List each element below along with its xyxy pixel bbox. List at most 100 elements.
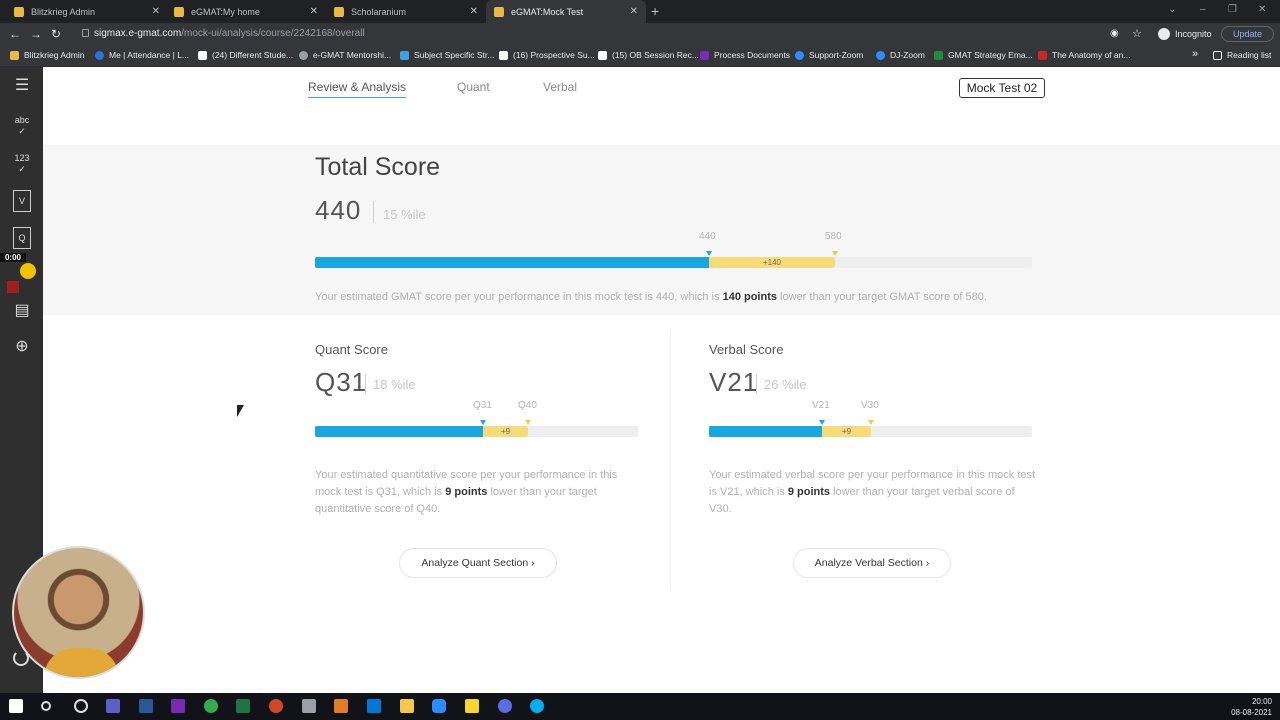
incognito-label: Incognito <box>1175 29 1212 39</box>
bookmark-item[interactable]: GMAT Strategy Ema... <box>934 50 1033 60</box>
current-score-marker-label: Q31 <box>473 400 492 411</box>
planet-icon[interactable]: ⊕ <box>11 337 33 359</box>
bookmark-item[interactable]: DJ-Zoom <box>876 50 925 60</box>
eye-off-icon[interactable]: ◉ <box>1110 28 1119 39</box>
bookmark-item[interactable]: e-GMAT Mentorshi... <box>299 50 391 60</box>
tab-review-analysis[interactable]: Review & Analysis <box>308 80 407 98</box>
mock-test-button[interactable]: Mock Test 02 <box>959 78 1045 98</box>
verbal-book-icon[interactable]: V <box>13 190 31 212</box>
forward-icon[interactable]: → <box>30 27 42 41</box>
quant-score-progress <box>315 426 483 437</box>
tab-close-icon[interactable]: ✕ <box>470 6 478 17</box>
window-close-icon[interactable]: ✕ <box>1258 4 1266 15</box>
chrome-icon[interactable] <box>204 699 218 713</box>
bookmark-item[interactable]: Process Documents <box>700 50 790 60</box>
bookmark-item[interactable]: (15) OB Session Rec... <box>598 50 699 60</box>
tab-search-icon[interactable]: ⌄ <box>1168 4 1176 15</box>
quant-percentile: 18 %ile <box>373 377 416 392</box>
recording-timer: 0:00 <box>0 253 26 262</box>
bookmark-item[interactable]: (24) Different Stude... <box>198 50 293 60</box>
new-tab-icon[interactable]: + <box>651 3 659 19</box>
word-icon[interactable] <box>139 699 153 713</box>
sticky-notes-icon[interactable] <box>465 699 479 713</box>
incognito-indicator[interactable]: Incognito <box>1158 28 1212 40</box>
bookmarks-bar: Blitzkrieg Admin Me | Attendance | L... … <box>0 45 1280 67</box>
bookmark-item[interactable]: Blitzkrieg Admin <box>10 50 84 60</box>
search-icon[interactable] <box>41 701 51 711</box>
menu-icon[interactable]: ☰ <box>11 77 33 99</box>
excel-icon[interactable] <box>236 699 250 713</box>
score-separator <box>756 374 757 394</box>
windows-start-icon[interactable] <box>9 699 23 713</box>
bookmark-favicon-icon <box>1038 50 1047 60</box>
quant-book-icon[interactable]: Q <box>13 227 31 249</box>
star-icon[interactable]: ☆ <box>1132 27 1142 40</box>
mouse-cursor-icon <box>237 405 244 417</box>
teams-icon[interactable] <box>106 699 120 713</box>
cortana-icon[interactable] <box>74 699 88 713</box>
numbers-check-icon[interactable]: 123 ✓ <box>11 153 33 175</box>
quant-score-description: Your estimated quantitative score per yo… <box>315 469 618 515</box>
clock-date: 08-08-2021 <box>1231 708 1272 717</box>
power-icon[interactable] <box>13 650 29 666</box>
powerpoint-icon[interactable] <box>269 699 283 713</box>
bookmark-item[interactable]: Subject Specific Str... <box>400 50 494 60</box>
app-icon[interactable] <box>334 699 348 713</box>
clock-time: 20:00 <box>1251 697 1272 706</box>
tab-label: eGMAT:Mock Test <box>511 6 584 17</box>
tab-close-icon[interactable]: ✕ <box>152 6 160 17</box>
browser-tab[interactable]: Scholaranium ✕ <box>326 0 486 23</box>
system-clock[interactable]: 20:00 08-08-2021 <box>1231 696 1272 718</box>
verbal-percentile: 26 %ile <box>764 377 807 392</box>
bookmark-favicon-icon <box>795 50 804 60</box>
tab-close-icon[interactable]: ✕ <box>310 6 318 17</box>
tab-close-icon[interactable]: ✕ <box>630 6 638 17</box>
settings-gear-icon[interactable] <box>498 699 512 713</box>
browser-toolbar: ← → ↻ sigmax.e-gmat.com/mock-ui/analysis… <box>0 23 1280 45</box>
snipping-tool-icon[interactable] <box>302 699 316 713</box>
address-bar[interactable]: sigmax.e-gmat.com/mock-ui/analysis/cours… <box>74 25 1144 43</box>
skype-icon[interactable] <box>530 699 544 713</box>
minimize-icon[interactable]: – <box>1200 4 1206 15</box>
file-explorer-icon[interactable] <box>400 699 414 713</box>
analyze-verbal-button[interactable]: Analyze Verbal Section › <box>793 548 951 578</box>
bookmarks-overflow-icon[interactable]: » <box>1192 48 1198 60</box>
bookmark-favicon-icon <box>400 50 409 60</box>
bookmark-item[interactable]: (16) Prospective Su... <box>499 50 595 60</box>
browser-tab[interactable]: eGMAT:My home ✕ <box>166 0 326 23</box>
verbal-score-progress <box>709 426 822 437</box>
bookmark-item[interactable]: The Anatomy of an... <box>1038 50 1130 60</box>
bookmark-item[interactable]: Me | Attendance | L... <box>95 50 189 60</box>
quant-score-track: +9 Q31 Q40 <box>315 400 638 437</box>
target-score-marker-label: Q40 <box>518 400 537 411</box>
browser-tab-active[interactable]: eGMAT:Mock Test ✕ <box>486 0 646 23</box>
zoom-icon[interactable] <box>432 699 446 713</box>
target-score-marker-icon <box>525 420 531 425</box>
reload-icon[interactable]: ↻ <box>51 27 61 41</box>
back-icon[interactable]: ← <box>9 27 21 41</box>
tab-favicon-icon <box>334 6 344 17</box>
target-score-marker-icon <box>868 420 874 425</box>
target-score-marker-icon <box>832 251 838 256</box>
verbal-gap-bar: +9 <box>822 426 871 437</box>
section-divider <box>670 330 671 590</box>
bookmark-favicon-icon <box>10 50 19 60</box>
update-button[interactable]: Update <box>1221 26 1274 42</box>
total-gap-label: +140 <box>762 258 782 267</box>
reading-list[interactable]: Reading list <box>1213 50 1271 60</box>
current-score-marker-icon <box>706 251 712 256</box>
tab-verbal[interactable]: Verbal <box>543 80 577 97</box>
tab-quant[interactable]: Quant <box>457 80 490 97</box>
outlook-icon[interactable] <box>367 699 381 713</box>
quant-score-value: Q31 <box>315 367 368 397</box>
bookmark-favicon-icon <box>198 50 207 60</box>
onenote-icon[interactable] <box>171 699 185 713</box>
list-layout-icon[interactable]: ▤ <box>11 301 33 323</box>
tab-label: Blitzkrieg Admin <box>31 6 96 17</box>
analyze-quant-button[interactable]: Analyze Quant Section › <box>399 548 557 578</box>
browser-tab[interactable]: Blitzkrieg Admin ✕ <box>6 0 168 23</box>
bookmark-item[interactable]: Support-Zoom <box>795 50 863 60</box>
restore-icon[interactable]: ❐ <box>1228 4 1237 15</box>
abc-check-icon[interactable]: abc ✓ <box>11 115 33 137</box>
stop-recording-icon[interactable] <box>7 281 19 293</box>
